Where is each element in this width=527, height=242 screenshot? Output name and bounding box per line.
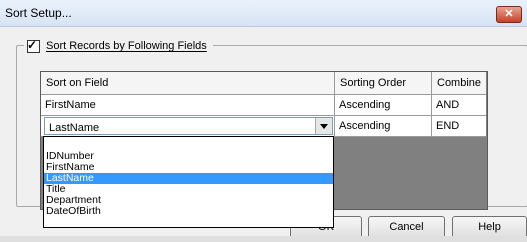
checkmark-icon: ✓ bbox=[27, 37, 38, 52]
dropdown-option-selected[interactable]: LastName bbox=[44, 173, 333, 184]
row2-order-cell[interactable]: Ascending bbox=[335, 116, 432, 137]
field-dropdown-list[interactable]: IDNumber FirstName LastName Title Depart… bbox=[43, 136, 334, 228]
row2-field-cell: LastName bbox=[41, 116, 335, 137]
column-header-field[interactable]: Sort on Field bbox=[41, 72, 335, 95]
title-bar: Sort Setup... ✕ bbox=[0, 0, 527, 27]
column-header-order[interactable]: Sorting Order bbox=[335, 72, 432, 95]
row1-order-cell[interactable]: Ascending bbox=[335, 95, 432, 116]
sort-setup-dialog: Sort Setup... ✕ ✓ Sort Records by Follow… bbox=[0, 0, 527, 242]
field-select[interactable]: LastName bbox=[44, 117, 333, 135]
sort-records-checkbox-row[interactable]: ✓ Sort Records by Following Fields bbox=[24, 37, 213, 53]
sort-records-label: Sort Records by Following Fields bbox=[46, 40, 207, 52]
column-header-combine[interactable]: Combine bbox=[432, 72, 486, 95]
row1-field-cell[interactable]: FirstName bbox=[41, 95, 335, 116]
dropdown-option[interactable]: DateOfBirth bbox=[44, 206, 333, 217]
chevron-down-icon[interactable] bbox=[315, 118, 332, 134]
row2-combine-cell[interactable]: END bbox=[432, 116, 486, 137]
field-select-value: LastName bbox=[49, 122, 100, 134]
sort-records-checkbox[interactable]: ✓ bbox=[27, 37, 40, 53]
row1-combine-cell[interactable]: AND bbox=[432, 95, 486, 116]
close-icon[interactable]: ✕ bbox=[496, 6, 522, 23]
bottom-edge bbox=[0, 236, 527, 242]
window-title: Sort Setup... bbox=[5, 6, 72, 20]
